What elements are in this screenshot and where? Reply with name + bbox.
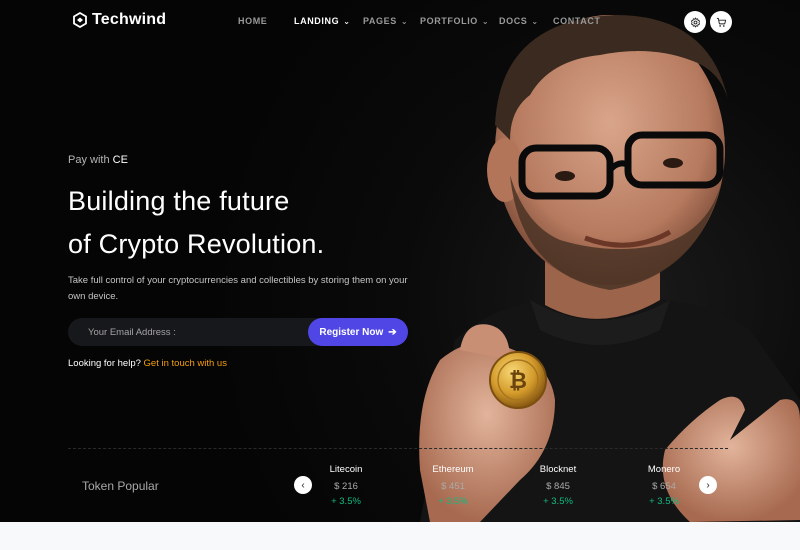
help-line: Looking for help? Get in touch with us [68, 358, 227, 369]
token-price: $ 845 [546, 481, 570, 492]
nav-item-label: LANDING [294, 16, 340, 26]
navbar: Techwind HOME LANDING ⌄ PAGES ⌄ PORTFOLI… [0, 0, 800, 44]
arrow-right-icon: ➔ [388, 326, 397, 338]
subscribe-form: Register Now ➔ [68, 318, 408, 346]
token-change: + 3.5% [543, 496, 573, 507]
section-divider [68, 448, 728, 449]
nav-item-pages[interactable]: PAGES ⌄ [363, 16, 408, 26]
nav-item-label: DOCS [499, 16, 528, 26]
gear-icon [690, 17, 700, 27]
chevron-down-icon: ⌄ [400, 16, 409, 26]
hero-title: Building the future of Crypto Revolution… [68, 180, 324, 266]
techwind-logo-icon [73, 12, 87, 28]
email-field[interactable] [68, 318, 308, 346]
token-name: Ethereum [432, 464, 474, 475]
cart-button[interactable] [710, 11, 732, 33]
register-button-label: Register Now [319, 326, 384, 338]
nav-item-label: HOME [238, 16, 268, 26]
token-price: $ 451 [441, 481, 465, 492]
token-price: $ 654 [652, 481, 676, 492]
nav-item-landing[interactable]: LANDING ⌄ [294, 16, 351, 26]
brand-logo[interactable]: Techwind [72, 11, 166, 29]
chevron-down-icon: ⌄ [343, 16, 351, 26]
get-in-touch-link[interactable]: Get in touch with us [144, 358, 227, 369]
token-name: Monero [647, 464, 681, 475]
hero-person-image: ₿ [419, 15, 800, 522]
token-change: + 3.5% [649, 496, 679, 507]
chevron-right-icon: › [706, 479, 710, 491]
token-next-button[interactable]: › [699, 476, 717, 494]
settings-button[interactable] [684, 11, 706, 33]
nav-item-label: PAGES [363, 16, 397, 26]
nav-item-home[interactable]: HOME [238, 16, 267, 26]
nav-item-contact[interactable]: CONTACT [553, 16, 601, 26]
token-card-litecoin[interactable]: Litecoin $ 216 + 3.5% [306, 464, 386, 507]
hero-eyebrow: Pay with CE [68, 154, 128, 166]
hero-subtitle: Take full control of your cryptocurrenci… [68, 275, 408, 302]
brand-name: Techwind [92, 11, 167, 28]
register-now-button[interactable]: Register Now ➔ [308, 318, 408, 346]
token-card-blocknet[interactable]: Blocknet $ 845 + 3.5% [518, 464, 598, 507]
token-card-monero[interactable]: Monero $ 654 + 3.5% [624, 464, 704, 507]
nav-item-label: PORTFOLIO [420, 16, 478, 26]
hero-title-line-2: of Crypto Revolution. [68, 229, 325, 259]
nav-item-portfolio[interactable]: PORTFOLIO ⌄ [420, 16, 489, 26]
token-name: Blocknet [539, 464, 577, 475]
chevron-down-icon: ⌄ [531, 16, 539, 26]
svg-text:₿: ₿ [509, 369, 527, 394]
token-popular-heading: Token Popular [82, 479, 159, 493]
eyebrow-prefix: Pay with [68, 154, 110, 166]
token-change: + 3.5% [438, 496, 468, 507]
hero-title-line-1: Building the future [68, 186, 290, 216]
token-change: + 3.5% [331, 496, 361, 507]
chevron-left-icon: ‹ [301, 479, 305, 491]
nav-item-label: CONTACT [553, 16, 601, 26]
token-price: $ 216 [334, 481, 358, 492]
nav-item-docs[interactable]: DOCS ⌄ [499, 16, 539, 26]
token-name: Litecoin [329, 464, 363, 475]
next-section-edge [0, 522, 800, 550]
cart-icon [716, 17, 726, 27]
help-text: Looking for help? [68, 358, 141, 369]
eyebrow-highlight: CE [112, 154, 128, 166]
token-card-ethereum[interactable]: Ethereum $ 451 + 3.5% [413, 464, 493, 507]
hero-section: ₿ Techwind HOME LANDING ⌄ PAGES ⌄ PORTFO… [0, 0, 800, 522]
chevron-down-icon: ⌄ [481, 16, 490, 26]
